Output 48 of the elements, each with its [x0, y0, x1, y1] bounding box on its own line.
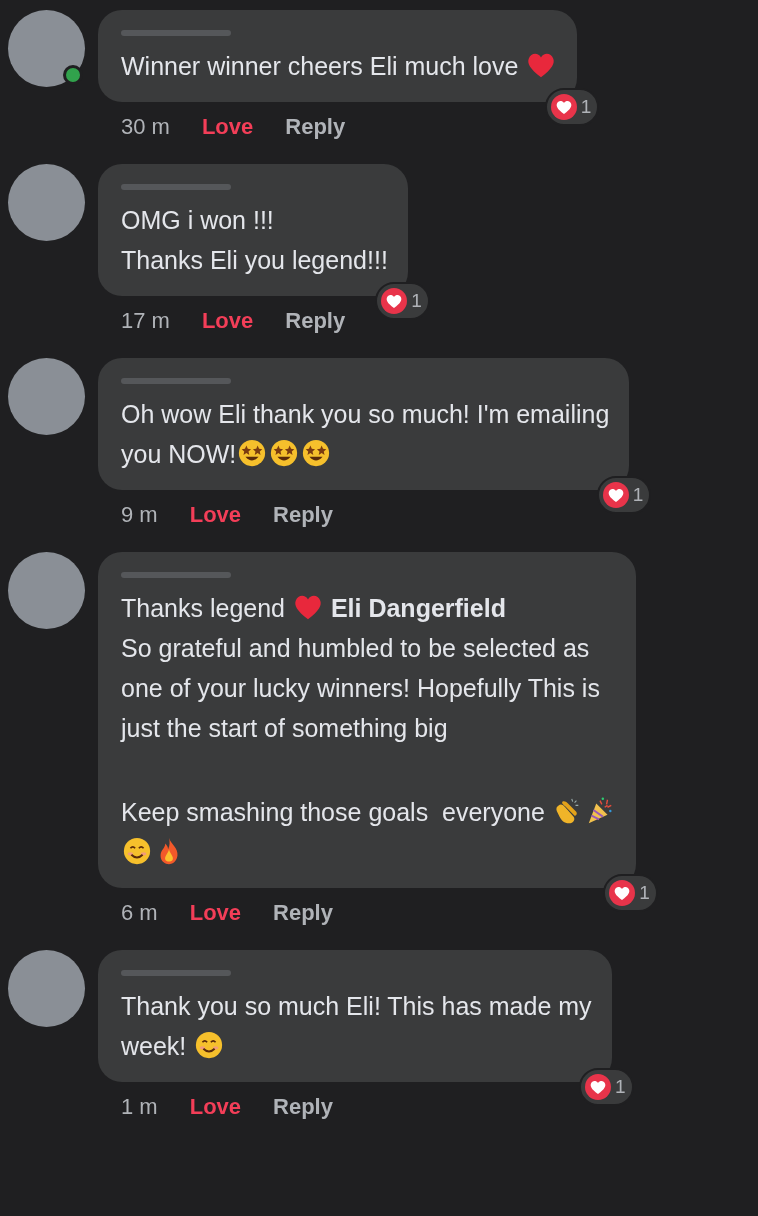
comment-time: 30 m — [121, 114, 170, 140]
comment-text: Winner winner cheers Eli much love — [121, 52, 520, 80]
reaction-badge[interactable]: 1 — [579, 1067, 634, 1106]
love-button[interactable]: Love — [189, 502, 242, 528]
love-button[interactable]: Love — [201, 308, 254, 334]
comment-text: So grateful and humbled to be selected as — [121, 634, 590, 662]
smiling-face-icon — [194, 1030, 225, 1060]
comment-text: Keep smashing those goals everyone — [121, 798, 546, 826]
reaction-count: 1 — [580, 94, 592, 119]
comment-text: Oh wow Eli thank you so much! I'm emailing — [121, 400, 610, 428]
heart-reaction-icon — [380, 286, 409, 315]
comment-time: 9 m — [121, 502, 158, 528]
heart-reaction-icon — [601, 480, 630, 509]
reaction-badge[interactable]: 1 — [596, 475, 652, 514]
star-eyes-face-icon — [237, 438, 268, 468]
reaction-count: 1 — [639, 880, 650, 905]
comment-text: OMG i won !!! — [121, 206, 274, 234]
reply-button[interactable]: Reply — [285, 114, 346, 140]
comment-text: one of your lucky winners! Hopefully This is — [121, 674, 600, 702]
comment-time: 6 m — [121, 900, 158, 926]
comment-time: 1 m — [121, 1094, 158, 1120]
comment-text: just the start of something big — [121, 714, 448, 742]
comment-text: Thank you so much Eli! This has made my — [121, 992, 592, 1020]
love-button[interactable]: Love — [201, 114, 254, 140]
star-eyes-face-icon — [269, 438, 300, 468]
reaction-count: 1 — [632, 482, 644, 507]
reply-button[interactable]: Reply — [273, 900, 333, 926]
love-button[interactable]: Love — [189, 1094, 242, 1120]
reaction-badge[interactable]: 1 — [375, 281, 430, 320]
heart-reaction-icon — [549, 92, 578, 121]
reaction-count: 1 — [411, 288, 422, 313]
comment-text: Thanks Eli you legend!!! — [121, 246, 388, 274]
reply-button[interactable]: Reply — [273, 1094, 333, 1120]
reply-button[interactable]: Reply — [285, 308, 346, 334]
reaction-count: 1 — [615, 1074, 626, 1099]
love-button[interactable]: Love — [189, 900, 242, 926]
reply-button[interactable]: Reply — [273, 502, 333, 528]
star-eyes-face-icon — [301, 438, 332, 468]
reaction-badge[interactable]: 1 — [544, 87, 600, 126]
heart-reaction-icon — [584, 1072, 612, 1101]
reaction-badge[interactable]: 1 — [603, 873, 658, 912]
comment-time: 17 m — [121, 308, 170, 334]
comment-text: you NOW! — [121, 440, 237, 468]
mention-link[interactable]: Eli Dangerfield — [323, 594, 506, 622]
heart-reaction-icon — [608, 878, 637, 907]
smiling-face-icon — [122, 836, 152, 866]
comment-text: Thanks legend — [121, 594, 286, 622]
comment-text: week! — [121, 1032, 188, 1060]
